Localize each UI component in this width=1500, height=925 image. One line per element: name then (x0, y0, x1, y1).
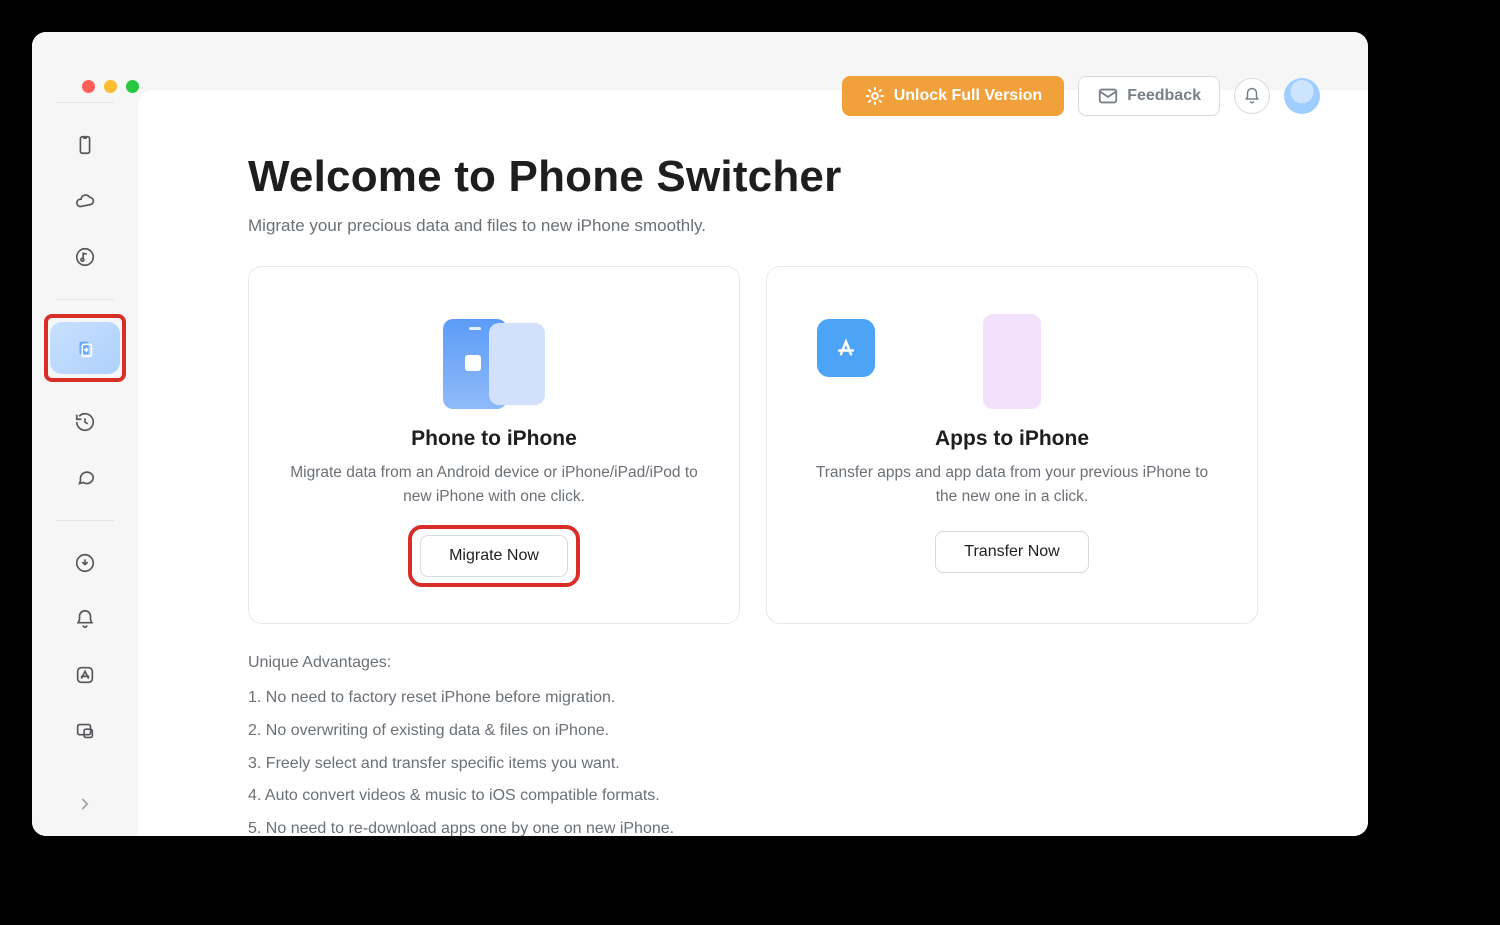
download-icon (74, 552, 96, 574)
card-desc: Transfer apps and app data from your pre… (795, 461, 1229, 509)
content: Welcome to Phone Switcher Migrate your p… (138, 90, 1368, 836)
page-subtitle: Migrate your precious data and files to … (248, 216, 1258, 236)
minimize-window-button[interactable] (104, 80, 117, 93)
sidebar-item-social[interactable] (50, 452, 120, 504)
card-desc: Migrate data from an Android device or i… (277, 461, 711, 509)
appstore-icon (74, 664, 96, 686)
mirror-icon (74, 720, 96, 742)
feedback-button[interactable]: Feedback (1078, 76, 1220, 116)
transfer-now-button[interactable]: Transfer Now (935, 531, 1088, 573)
sidebar-item-backup[interactable] (50, 396, 120, 448)
advantages-title: Unique Advantages: (248, 654, 1258, 672)
bell-icon (74, 608, 96, 630)
phone-icon (74, 134, 96, 156)
card-title: Apps to iPhone (795, 427, 1229, 451)
unlock-label: Unlock Full Version (894, 87, 1042, 105)
sidebar-separator (56, 520, 114, 521)
migrate-now-button[interactable]: Migrate Now (420, 535, 568, 577)
advantage-item: 3. Freely select and transfer specific i… (248, 748, 1258, 781)
illustration-phone-to-iphone (277, 299, 711, 409)
sidebar-collapse-button[interactable] (76, 795, 94, 818)
switcher-icon (74, 337, 96, 359)
cards-row: Phone to iPhone Migrate data from an And… (248, 266, 1258, 624)
music-icon (74, 246, 96, 268)
appstore-tile-icon (817, 319, 875, 377)
sidebar-item-screen[interactable] (50, 705, 120, 757)
mail-icon (1097, 85, 1119, 107)
sidebar-separator (56, 299, 114, 300)
sidebar-item-icloud[interactable] (50, 175, 120, 227)
chat-icon (74, 467, 96, 489)
sidebar-item-phone-switcher[interactable] (50, 322, 120, 374)
sidebar-item-device[interactable] (50, 119, 120, 171)
advantages-list: 1. No need to factory reset iPhone befor… (248, 682, 1258, 836)
sidebar-separator (56, 102, 114, 103)
sidebar-item-media[interactable] (50, 231, 120, 283)
advantage-item: 1. No need to factory reset iPhone befor… (248, 682, 1258, 715)
sidebar-item-ringtone[interactable] (50, 593, 120, 645)
top-bar: Unlock Full Version Feedback (842, 76, 1320, 116)
unlock-full-version-button[interactable]: Unlock Full Version (842, 76, 1064, 116)
phone-ghost-icon (983, 314, 1041, 409)
close-window-button[interactable] (82, 80, 95, 93)
chevron-right-icon (76, 795, 94, 813)
sun-icon (864, 85, 886, 107)
page-title: Welcome to Phone Switcher (248, 152, 1258, 202)
highlight-migrate-button: Migrate Now (408, 525, 580, 587)
highlight-sidebar-switcher (44, 314, 126, 382)
history-icon (74, 411, 96, 433)
phone-back-icon (489, 323, 545, 405)
advantage-item: 4. Auto convert videos & music to iOS co… (248, 780, 1258, 813)
sidebar (32, 32, 138, 836)
bell-icon (1243, 87, 1261, 105)
cloud-icon (74, 190, 96, 212)
window-controls (82, 80, 139, 93)
advantage-item: 5. No need to re-download apps one by on… (248, 813, 1258, 836)
illustration-apps-to-iphone (795, 299, 1229, 409)
card-apps-to-iphone: Apps to iPhone Transfer apps and app dat… (766, 266, 1258, 624)
card-title: Phone to iPhone (277, 427, 711, 451)
sidebar-item-download[interactable] (50, 537, 120, 589)
card-phone-to-iphone: Phone to iPhone Migrate data from an And… (248, 266, 740, 624)
user-avatar[interactable] (1284, 78, 1320, 114)
sidebar-item-appstore[interactable] (50, 649, 120, 701)
app-window: Unlock Full Version Feedback (32, 32, 1368, 836)
advantage-item: 2. No overwriting of existing data & fil… (248, 715, 1258, 748)
notifications-button[interactable] (1234, 78, 1270, 114)
feedback-label: Feedback (1127, 87, 1201, 105)
main-panel: Welcome to Phone Switcher Migrate your p… (138, 90, 1368, 836)
zoom-window-button[interactable] (126, 80, 139, 93)
advantages-section: Unique Advantages: 1. No need to factory… (248, 654, 1258, 836)
